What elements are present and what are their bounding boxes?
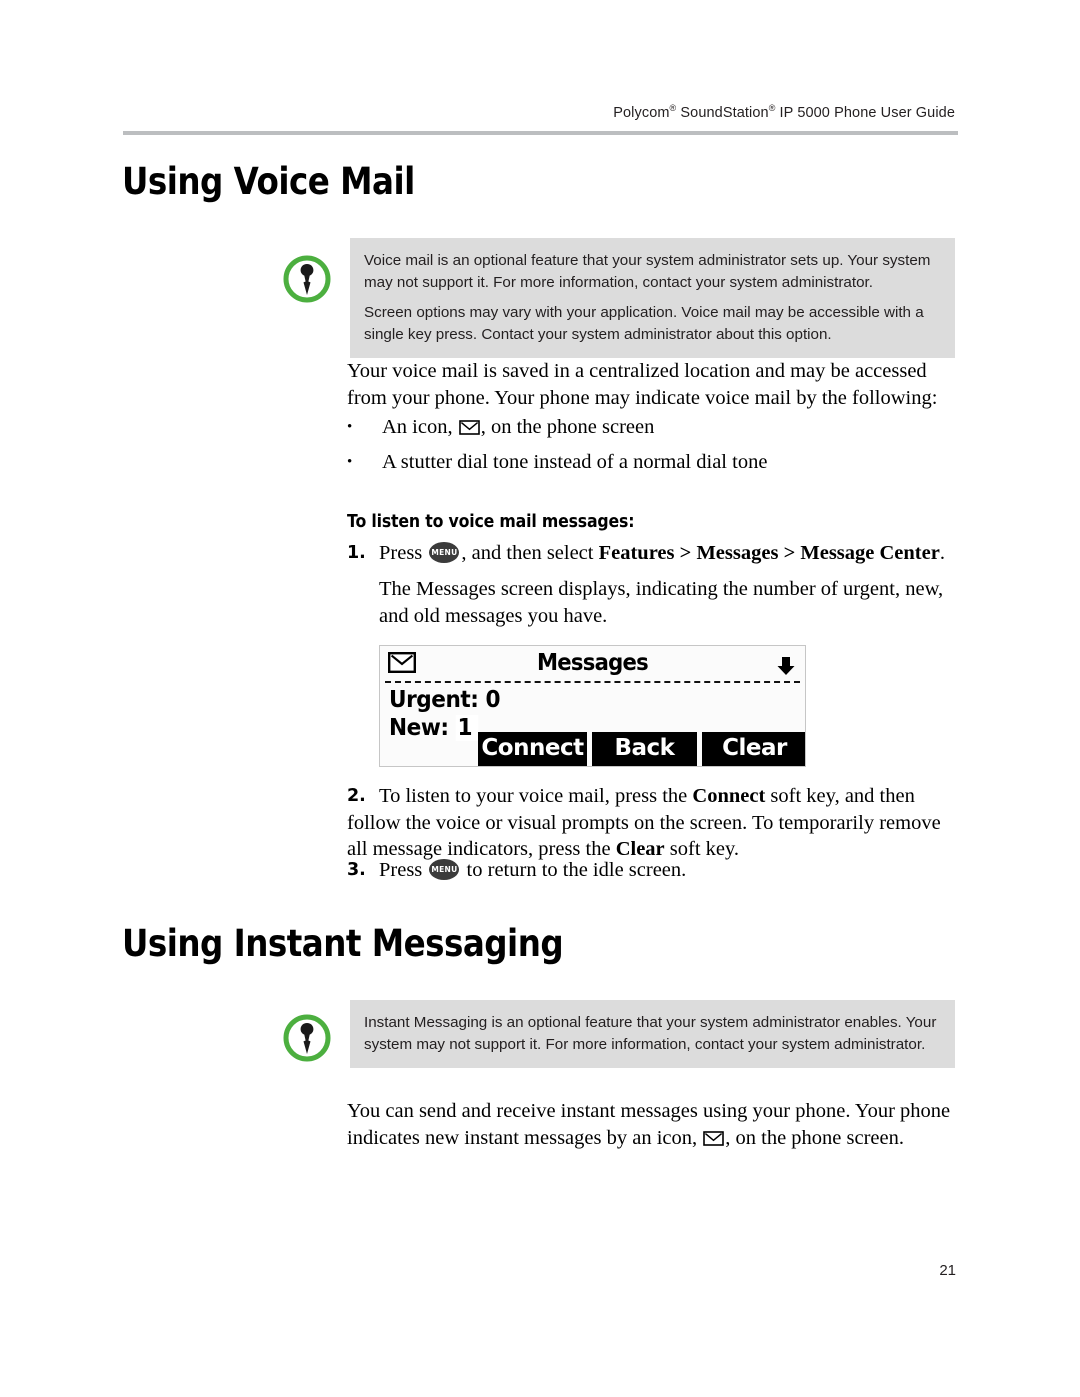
note-pin-icon (283, 255, 331, 303)
softkey-connect[interactable]: Connect (478, 732, 587, 766)
list-item-text: A stutter dial tone instead of a normal … (382, 451, 768, 473)
phone-screen-messages: Messages Urgent: 0 New: 1 Connect Back C… (379, 645, 806, 767)
softkey-clear[interactable]: Clear (702, 732, 805, 766)
list-item: • An icon, , on the phone screen (347, 414, 959, 440)
step-text-pre: Press (379, 542, 428, 564)
envelope-icon (703, 1130, 725, 1146)
note-box-instant-messaging: Instant Messaging is an optional feature… (350, 1000, 955, 1068)
page-number: 21 (939, 1262, 956, 1279)
procedure-step: 1. Press MENU, and then select Features … (347, 540, 959, 567)
menu-key-icon: MENU (429, 859, 460, 880)
arrow-down-icon[interactable] (777, 656, 795, 676)
page-title-instant-messaging: Using Instant Messaging (122, 922, 564, 965)
procedure-heading: To listen to voice mail messages: (347, 512, 635, 532)
running-header-suffix: IP 5000 Phone User Guide (775, 105, 955, 121)
menu-path-sep-1: > (674, 542, 697, 564)
phone-screen-softkey-bar: Connect Back Clear (478, 732, 805, 766)
urgent-value: 0 (485, 687, 501, 713)
note-paragraph: Screen options may vary with your applic… (364, 304, 924, 343)
paragraph-instant-messaging-intro: You can send and receive instant message… (347, 1098, 959, 1151)
header-divider-rule (123, 131, 958, 135)
im-intro-after: , on the phone screen. (725, 1126, 904, 1149)
menu-key-icon: MENU (429, 542, 460, 563)
step-text: Press MENU to return to the idle screen. (379, 859, 686, 881)
phone-screen-titlebar: Messages (380, 646, 805, 682)
list-item: • A stutter dial tone instead of a normal… (347, 449, 959, 475)
note-box-voice-mail: Voice mail is an optional feature that y… (350, 238, 955, 358)
softkey-back[interactable]: Back (592, 732, 697, 766)
step-text-end: to return to the idle screen. (461, 859, 687, 881)
step-number: 3. (347, 860, 366, 880)
step-result-text: The Messages screen displays, indicating… (379, 578, 944, 627)
bullet-text-before: An icon, (382, 416, 458, 438)
urgent-label: Urgent: (389, 687, 486, 713)
note-pin-icon (283, 1014, 331, 1062)
bullet-marker: • (347, 419, 353, 435)
step-text: To listen to your voice mail, press the … (347, 785, 941, 860)
running-header-prefix: Polycom (613, 105, 670, 121)
bullet-text-after: , on the phone screen (480, 416, 655, 438)
phone-screen-title: Messages (536, 650, 649, 676)
menu-path-messages: Messages (696, 542, 779, 564)
paragraph-voice-mail-intro: Your voice mail is saved in a centralize… (347, 360, 938, 409)
page-title-voice-mail: Using Voice Mail (122, 160, 415, 203)
note-paragraph: Voice mail is an optional feature that y… (364, 252, 931, 291)
procedure-step: 2. To listen to your voice mail, press t… (347, 783, 959, 863)
step-text-pre: To listen to your voice mail, press the (379, 785, 693, 807)
step-text-mid: , and then select (461, 542, 599, 564)
new-value: 1 (455, 715, 479, 741)
phone-screen-line-new: New: 1 (389, 715, 479, 741)
step-number: 1. (347, 543, 366, 563)
menu-path-features: Features (598, 542, 675, 564)
step-number: 2. (347, 786, 366, 806)
step-text-end: . (939, 542, 945, 564)
menu-path-sep-2: > (778, 542, 801, 564)
list-item-text: An icon, , on the phone screen (382, 416, 654, 438)
running-header-mid: SoundStation (676, 105, 769, 121)
note-paragraph: Instant Messaging is an optional feature… (364, 1014, 937, 1053)
envelope-icon (458, 420, 480, 435)
procedure-step: 3. Press MENU to return to the idle scre… (347, 857, 959, 884)
menu-path-message-center: Message Center (800, 542, 940, 564)
new-label: New: (389, 715, 456, 741)
softkey-ref-connect: Connect (692, 785, 766, 807)
phone-screen-divider (385, 681, 800, 683)
step-text: Press MENU, and then select Features > M… (379, 542, 945, 564)
bullet-marker: • (347, 454, 353, 470)
step-text-pre: Press (379, 859, 428, 881)
phone-screen-line-urgent: Urgent: 0 (389, 687, 501, 713)
running-header: Polycom® SoundStation® IP 5000 Phone Use… (613, 104, 955, 121)
